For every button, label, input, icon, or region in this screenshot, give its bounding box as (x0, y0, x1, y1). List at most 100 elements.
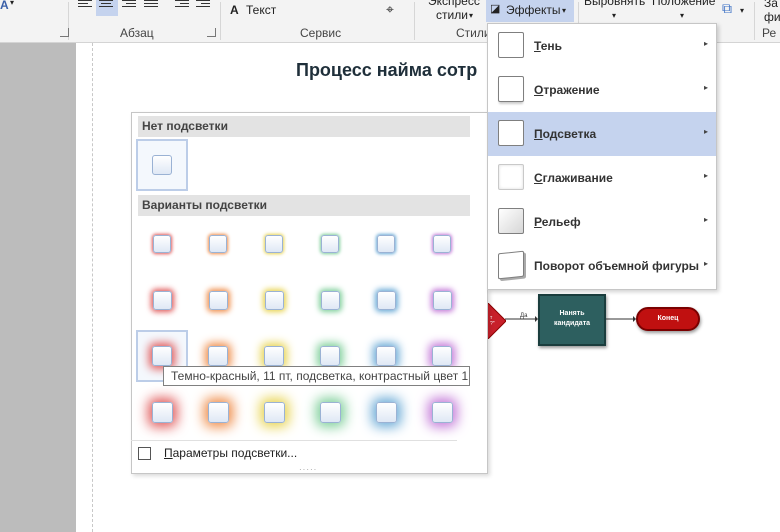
chevron-down-icon[interactable]: ▾ (469, 11, 473, 20)
3d-rotation-icon (498, 250, 524, 280)
menu-item-shadow[interactable]: Тень ▸ (488, 24, 716, 68)
align-right-icon[interactable] (122, 0, 138, 12)
glow-option[interactable] (192, 386, 244, 438)
glow-swatch (151, 401, 173, 423)
divider (754, 2, 755, 40)
glow-swatch (433, 235, 451, 253)
chevron-right-icon: ▸ (704, 127, 709, 136)
glow-option[interactable] (248, 386, 300, 438)
chevron-down-icon: ▾ (562, 6, 567, 15)
glow-option[interactable] (304, 218, 356, 270)
effects-button[interactable]: ◪ Эффекты ▾ (486, 0, 574, 22)
glow-swatch (319, 401, 341, 423)
divider (131, 440, 457, 441)
terminator-shape-end[interactable]: Конец (636, 307, 700, 331)
justify-icon[interactable] (144, 0, 160, 12)
glow-option[interactable] (136, 274, 188, 326)
align-button[interactable]: Выровнять (584, 0, 645, 8)
soft-edges-icon (498, 164, 524, 190)
glow-swatch (152, 346, 172, 366)
truncated-button[interactable]: За (764, 0, 778, 10)
connector-label-yes: Да (520, 313, 528, 319)
glow-option[interactable] (360, 274, 412, 326)
chevron-down-icon[interactable]: ▾ (740, 6, 744, 15)
letter-a-icon: A (230, 3, 239, 17)
menu-item-label: Тень (534, 39, 563, 53)
glow-options-label: Параметры подсветки... (164, 446, 298, 460)
menu-item-reflection[interactable]: Отражение ▸ (488, 68, 716, 112)
glow-swatch (375, 401, 397, 423)
shadow-icon (498, 32, 524, 58)
connection-point-icon[interactable]: ⌖ (386, 1, 394, 18)
glow-gallery: Нет подсветки Варианты подсветки (131, 112, 488, 474)
glow-swatch (432, 290, 452, 310)
align-center-icon[interactable] (99, 0, 115, 12)
glow-option[interactable] (136, 218, 188, 270)
menu-item-label: Рельеф (534, 215, 581, 229)
truncated-font-color-icon[interactable]: A (0, 0, 9, 12)
glow-swatch (376, 346, 396, 366)
decrease-indent-icon[interactable] (175, 0, 191, 12)
chevron-right-icon: ▸ (704, 171, 709, 180)
express-styles-button-line2[interactable]: стили (436, 8, 468, 22)
resize-grip-icon[interactable]: ····· (299, 465, 317, 474)
glow-option[interactable] (304, 386, 356, 438)
group-label-truncated: Ре (762, 26, 777, 40)
chevron-down-icon[interactable]: ▾ (680, 11, 684, 20)
dialog-launcher-icon[interactable] (207, 28, 216, 37)
glow-option-none[interactable] (136, 139, 188, 191)
glow-swatch (320, 290, 340, 310)
effects-menu: Тень ▸ Отражение ▸ Подсветка ▸ Сглаживан… (487, 23, 717, 290)
glow-swatch (153, 235, 171, 253)
dialog-launcher-icon[interactable] (60, 28, 69, 37)
glow-option[interactable] (192, 218, 244, 270)
reflection-icon (498, 76, 524, 102)
gallery-header-variants: Варианты подсветки (138, 195, 470, 216)
glow-option[interactable] (360, 386, 412, 438)
group-label-paragraph: Абзац (120, 26, 154, 40)
process-shape-line1: Нанять (559, 310, 585, 317)
glow-option[interactable] (304, 274, 356, 326)
group-objects-icon[interactable]: ⧉ (722, 0, 732, 17)
glow-option[interactable] (360, 218, 412, 270)
glow-swatch (377, 235, 395, 253)
glow-option[interactable] (248, 218, 300, 270)
tooltip: Темно-красный, 11 пт, подсветка, контрас… (163, 366, 470, 386)
glow-option[interactable] (416, 218, 468, 270)
process-shape-hire[interactable]: Нанять кандидата (538, 294, 606, 346)
svg-text:?": ?" (490, 321, 495, 327)
glow-options-link[interactable]: Параметры подсветки... (137, 446, 437, 462)
glow-option[interactable] (136, 386, 188, 438)
menu-item-bevel[interactable]: Рельеф ▸ (488, 200, 716, 244)
glow-option[interactable] (248, 274, 300, 326)
glow-option[interactable] (416, 274, 468, 326)
chevron-right-icon: ▸ (704, 83, 709, 92)
glow-swatch (376, 290, 396, 310)
divider (414, 2, 415, 40)
glow-swatch (264, 290, 284, 310)
express-styles-button[interactable]: Экспресс (428, 0, 480, 8)
menu-item-label: Поворот объемной фигуры (534, 259, 700, 273)
glow-swatch (263, 401, 285, 423)
glow-option[interactable] (192, 274, 244, 326)
gallery-header-no-glow: Нет подсветки (138, 116, 470, 137)
glow-options-icon (138, 447, 151, 460)
menu-item-3d-rotation[interactable]: Поворот объемной фигуры ▸ (488, 244, 716, 288)
menu-item-label: Подсветка (534, 127, 597, 141)
chevron-down-icon[interactable]: ▾ (612, 11, 616, 20)
process-shape-line2: кандидата (553, 320, 591, 327)
chevron-right-icon: ▸ (704, 215, 709, 224)
chevron-right-icon: ▸ (704, 39, 709, 48)
glow-option[interactable] (416, 386, 468, 438)
position-button[interactable]: Положение (652, 0, 715, 8)
menu-item-label: Сглаживание (534, 171, 613, 185)
group-label-styles: Стили (456, 26, 491, 40)
chevron-down-icon[interactable]: ▾ (10, 0, 14, 7)
glow-swatch (264, 346, 284, 366)
menu-item-soft-edges[interactable]: Сглаживание ▸ (488, 156, 716, 200)
increase-indent-icon[interactable] (196, 0, 212, 12)
menu-item-glow[interactable]: Подсветка ▸ (488, 112, 716, 156)
align-left-icon[interactable] (78, 0, 94, 12)
truncated-button-line2[interactable]: фи (764, 10, 780, 24)
text-button[interactable]: Текст (246, 3, 276, 17)
